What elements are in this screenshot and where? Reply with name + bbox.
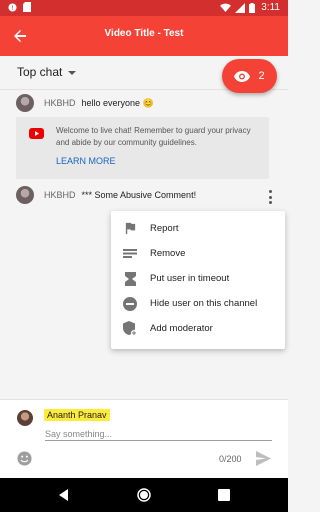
notification-icon: ! bbox=[8, 2, 17, 11]
welcome-text: Welcome to live chat! Remember to guard … bbox=[56, 126, 251, 147]
message-author: HKBHD bbox=[44, 98, 76, 108]
menu-item-hide-user[interactable]: Hide user on this channel bbox=[111, 291, 285, 316]
flag-icon bbox=[122, 221, 138, 237]
welcome-card: Welcome to live chat! Remember to guard … bbox=[16, 117, 269, 179]
menu-item-label: Put user in timeout bbox=[150, 273, 230, 284]
wifi-icon bbox=[220, 3, 232, 12]
menu-item-add-moderator[interactable]: Add moderator bbox=[111, 316, 285, 341]
signal-icon bbox=[235, 2, 246, 13]
chat-message[interactable]: HKBHD *** Some Abusive Comment! bbox=[16, 186, 196, 204]
more-options-icon[interactable] bbox=[267, 190, 273, 204]
chat-message[interactable]: HKBHD hello everyone 😊 bbox=[16, 94, 154, 112]
avatar bbox=[17, 410, 33, 426]
app-bar: Video Title - Test bbox=[0, 16, 288, 56]
send-icon[interactable] bbox=[255, 450, 272, 467]
sd-card-icon bbox=[23, 2, 31, 12]
menu-item-label: Hide user on this channel bbox=[150, 298, 258, 309]
menu-item-timeout[interactable]: Put user in timeout bbox=[111, 266, 285, 291]
menu-item-remove[interactable]: Remove bbox=[111, 241, 285, 266]
learn-more-link[interactable]: LEARN MORE bbox=[56, 156, 116, 166]
back-icon[interactable] bbox=[56, 487, 72, 503]
status-bar: ! 3:11 bbox=[0, 0, 288, 16]
block-icon bbox=[122, 296, 138, 312]
menu-item-report[interactable]: Report bbox=[111, 216, 285, 241]
message-context-menu: Report Remove Put user in timeout Hide u… bbox=[111, 211, 285, 349]
eye-icon bbox=[234, 70, 251, 82]
menu-item-label: Report bbox=[150, 223, 179, 234]
recents-icon[interactable] bbox=[216, 487, 232, 503]
shield-add-icon bbox=[122, 321, 138, 337]
avatar bbox=[16, 94, 34, 112]
chat-mode-dropdown[interactable]: Top chat bbox=[17, 65, 77, 79]
menu-item-label: Remove bbox=[150, 248, 186, 259]
svg-text:!: ! bbox=[11, 4, 14, 11]
system-navigation-bar bbox=[0, 478, 288, 512]
menu-item-label: Add moderator bbox=[150, 323, 213, 334]
message-text: hello everyone 😊 bbox=[81, 97, 154, 108]
message-text: *** Some Abusive Comment! bbox=[81, 190, 197, 200]
page-title: Video Title - Test bbox=[104, 28, 184, 39]
chevron-down-icon bbox=[68, 71, 77, 75]
home-icon[interactable] bbox=[136, 487, 152, 503]
clock: 3:11 bbox=[261, 2, 280, 13]
viewer-count-button[interactable]: 2 bbox=[222, 59, 277, 93]
hourglass-icon bbox=[122, 271, 138, 287]
message-input[interactable] bbox=[45, 427, 272, 441]
current-user-name: Ananth Pranav bbox=[44, 409, 110, 421]
youtube-logo-icon bbox=[29, 128, 44, 139]
message-author: HKBHD bbox=[44, 190, 76, 200]
chat-mode-label: Top chat bbox=[17, 65, 63, 79]
character-counter: 0/200 bbox=[219, 454, 242, 464]
emoji-icon[interactable] bbox=[17, 451, 32, 466]
remove-icon bbox=[122, 246, 138, 262]
battery-icon bbox=[249, 2, 256, 13]
avatar bbox=[16, 186, 34, 204]
chat-input-area: Ananth Pranav 0/200 bbox=[0, 399, 288, 478]
viewer-count: 2 bbox=[258, 70, 265, 82]
